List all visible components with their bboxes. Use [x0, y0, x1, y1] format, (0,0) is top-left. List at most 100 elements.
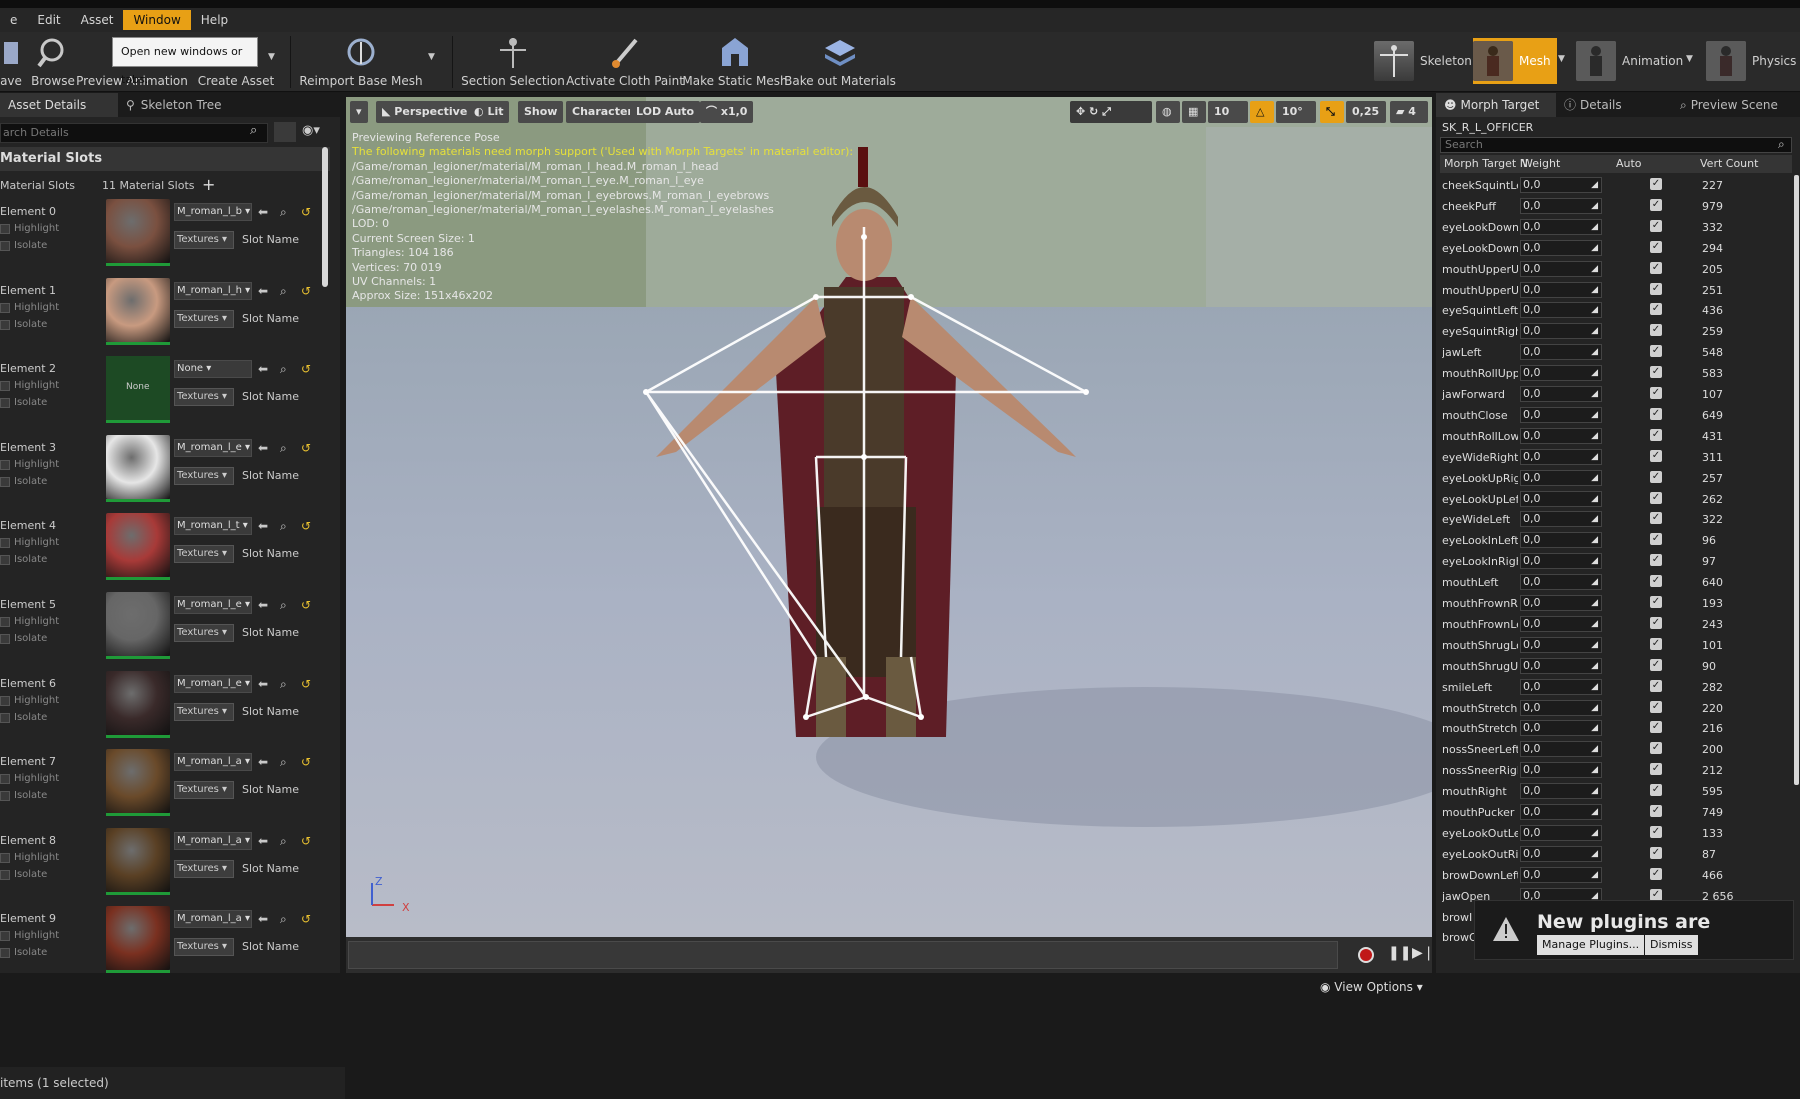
reset-icon[interactable]: ↺	[301, 519, 311, 533]
perspective-button[interactable]: ◣ Perspective	[376, 101, 474, 123]
browse-search-icon[interactable]: ⌕	[280, 912, 287, 927]
material-dropdown[interactable]: M_roman_l_a ▾	[174, 910, 252, 929]
morph-target-row[interactable]: mouthRollLower0,0◢ ✓ 431	[1440, 426, 1792, 446]
auto-checkbox[interactable]: ✓	[1650, 324, 1662, 337]
viewport-menu-button[interactable]: ▾	[350, 101, 368, 123]
material-thumbnail[interactable]	[106, 592, 170, 656]
weight-input[interactable]: 0,0 ◢	[1520, 553, 1602, 570]
reset-icon[interactable]: ↺	[301, 912, 311, 926]
weight-input[interactable]: 0,0 ◢	[1520, 260, 1602, 277]
isolate-checkbox[interactable]	[0, 241, 10, 251]
grid-snap-value[interactable]: 10	[1208, 101, 1248, 123]
use-selected-arrow-icon[interactable]: ⬅	[258, 441, 268, 455]
isolate-checkbox[interactable]	[0, 869, 10, 880]
morph-target-row[interactable]: browDownLeft 0,0 ◢ ✓ 466	[1440, 865, 1792, 885]
3d-viewport[interactable]: ▾ ◣ Perspective ◐ Lit Show Character LOD…	[346, 97, 1432, 937]
auto-checkbox[interactable]: ✓	[1650, 867, 1662, 880]
material-thumbnail[interactable]	[106, 513, 170, 578]
weight-input[interactable]: 0,0 ◢	[1520, 720, 1602, 737]
morph-target-row[interactable]: eyeLookUpRight0,0◢ ✓ 257	[1440, 468, 1792, 488]
auto-checkbox[interactable]: ✓	[1650, 596, 1662, 608]
browse-button[interactable]: Browse	[28, 32, 78, 92]
highlight-checkbox[interactable]	[0, 459, 10, 470]
weight-input[interactable]: 0,0 ◢	[1520, 344, 1602, 361]
tab-skeleton-tree[interactable]: ⚲ Skeleton Tree	[118, 93, 248, 117]
material-thumbnail[interactable]	[106, 277, 170, 342]
details-search-input[interactable]: arch Details	[0, 123, 268, 143]
auto-checkbox[interactable]: ✓	[1650, 303, 1662, 316]
morph-target-row[interactable]: mouthFrownLef0,0◢ ✓ 243	[1440, 614, 1792, 634]
textures-dropdown[interactable]: Textures ▾	[174, 309, 234, 328]
use-selected-arrow-icon[interactable]: ⬅	[258, 834, 268, 848]
morph-target-row[interactable]: mouthStretchRi0,0◢ ✓ 216	[1440, 718, 1792, 738]
browse-search-icon[interactable]: ⌕	[280, 362, 287, 377]
mode-skeleton-button[interactable]: Skeleton	[1374, 38, 1472, 84]
highlight-checkbox[interactable]	[0, 224, 10, 234]
auto-checkbox[interactable]: ✓	[1650, 721, 1662, 734]
material-dropdown[interactable]: M_roman_l_e ▾	[174, 674, 252, 693]
weight-input[interactable]: 0,0 ◢	[1520, 511, 1602, 528]
morph-target-row[interactable]: smileLeft 0,0 ◢ ✓ 282	[1440, 677, 1792, 697]
browse-search-icon[interactable]: ⌕	[280, 284, 287, 299]
weight-input[interactable]: 0,0 ◢	[1520, 406, 1602, 423]
menu-window[interactable]: Window	[123, 10, 191, 30]
reimport-dropdown-icon[interactable]: ▼	[428, 52, 435, 62]
weight-input[interactable]: 0,0 ◢	[1520, 741, 1602, 758]
reset-icon[interactable]: ↺	[301, 755, 311, 769]
show-button[interactable]: Show	[518, 101, 564, 123]
material-dropdown[interactable]: M_roman_l_e ▾	[174, 438, 252, 457]
auto-checkbox[interactable]: ✓	[1650, 282, 1662, 295]
material-thumbnail[interactable]	[106, 906, 170, 971]
weight-input[interactable]: 0,0 ◢	[1520, 197, 1602, 214]
auto-checkbox[interactable]: ✓	[1650, 658, 1662, 671]
menu-file[interactable]: e	[0, 10, 27, 30]
reset-icon[interactable]: ↺	[301, 677, 311, 691]
morph-target-row[interactable]: jawForward 0,0 ◢ ✓ 107	[1440, 384, 1792, 404]
morph-target-row[interactable]: eyeWideLeft 0,0 ◢ ✓ 322	[1440, 509, 1792, 529]
auto-checkbox[interactable]: ✓	[1650, 345, 1662, 358]
material-dropdown[interactable]: M_roman_l_t ▾	[174, 517, 252, 536]
auto-checkbox[interactable]: ✓	[1650, 219, 1662, 232]
morph-target-row[interactable]: cheekPuff 0,0 ◢ ✓ 979	[1440, 196, 1792, 216]
morph-target-row[interactable]: nossSneerRight0,0◢ ✓ 212	[1440, 760, 1792, 780]
morph-target-row[interactable]: mouthShrugLow0,0◢ ✓ 101	[1440, 635, 1792, 655]
isolate-checkbox[interactable]	[0, 791, 10, 802]
mode-animation-button[interactable]: Animation	[1576, 38, 1683, 84]
tab-morph-target[interactable]: ☻ Morph Target	[1436, 93, 1556, 117]
lod-button[interactable]: LOD Auto	[630, 101, 701, 123]
material-thumbnail[interactable]	[106, 827, 170, 892]
mode-physics-button[interactable]: Physics	[1706, 38, 1796, 84]
rotation-snap-icon[interactable]: △	[1250, 101, 1274, 123]
material-thumbnail[interactable]	[106, 749, 170, 814]
auto-checkbox[interactable]: ✓	[1650, 470, 1662, 483]
scale-snap-value[interactable]: 0,25	[1346, 101, 1386, 123]
highlight-checkbox[interactable]	[0, 774, 10, 785]
morph-target-row[interactable]: mouthFrownRig0,0◢ ✓ 193	[1440, 593, 1792, 613]
reset-icon[interactable]: ↺	[301, 205, 311, 219]
material-dropdown[interactable]: M_roman_l_a ▾	[174, 753, 252, 772]
material-thumbnail[interactable]: None	[106, 356, 170, 421]
grid-snap-icon[interactable]: ▦	[1182, 101, 1206, 123]
isolate-checkbox[interactable]	[0, 948, 10, 959]
lit-button[interactable]: ◐ Lit	[468, 101, 510, 123]
material-dropdown[interactable]: M_roman_l_b ▾	[174, 203, 252, 221]
auto-checkbox[interactable]: ✓	[1650, 637, 1662, 650]
weight-input[interactable]: 0,0 ◢	[1520, 574, 1602, 591]
material-thumbnail[interactable]	[106, 434, 170, 499]
column-header-name[interactable]: Morph Target N	[1444, 155, 1528, 173]
column-header-weight[interactable]: Weight	[1522, 155, 1560, 173]
reimport-base-mesh-button[interactable]: Reimport Base Mesh	[299, 32, 423, 92]
auto-checkbox[interactable]: ✓	[1650, 491, 1662, 504]
morph-target-row[interactable]: eyeLookDownLe0,0◢ ✓ 294	[1440, 238, 1792, 258]
morph-target-row[interactable]: mouthRight 0,0 ◢ ✓ 595	[1440, 781, 1792, 801]
use-selected-arrow-icon[interactable]: ⬅	[258, 755, 268, 769]
browse-search-icon[interactable]: ⌕	[280, 205, 287, 220]
highlight-checkbox[interactable]	[0, 695, 10, 706]
morph-target-row[interactable]: eyeLookInRight0,0◢ ✓ 97	[1440, 551, 1792, 571]
auto-checkbox[interactable]: ✓	[1650, 846, 1662, 859]
isolate-checkbox[interactable]	[0, 319, 10, 330]
highlight-checkbox[interactable]	[0, 302, 10, 313]
tab-asset-details[interactable]: Asset Details	[0, 93, 118, 117]
weight-input[interactable]: 0,0 ◢	[1520, 427, 1602, 444]
highlight-checkbox[interactable]	[0, 381, 10, 392]
